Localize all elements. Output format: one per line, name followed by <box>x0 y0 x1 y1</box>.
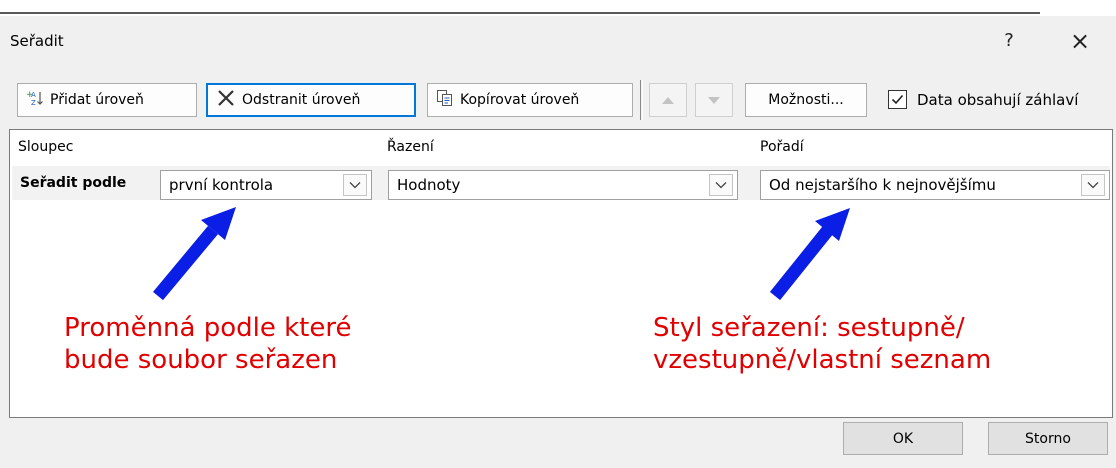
annotation-arrow-left <box>153 207 236 301</box>
annotation-left-line2: bude soubor seřazen <box>64 345 338 375</box>
annotation-right-line1: Styl seřazení: sestupně/ <box>653 313 965 343</box>
annotation-left-line1: Proměnná podle které <box>64 313 352 343</box>
cancel-button[interactable]: Storno <box>988 422 1108 455</box>
annotation-arrows <box>153 207 850 301</box>
annotation-left: Proměnná podle které bude soubor seřazen <box>64 312 352 376</box>
annotation-right: Styl seřazení: sestupně/ vzestupně/vlast… <box>653 312 991 376</box>
ok-button[interactable]: OK <box>843 422 963 455</box>
annotation-arrow-right <box>769 208 850 301</box>
annotation-right-line2: vzestupně/vlastní seznam <box>653 345 992 375</box>
